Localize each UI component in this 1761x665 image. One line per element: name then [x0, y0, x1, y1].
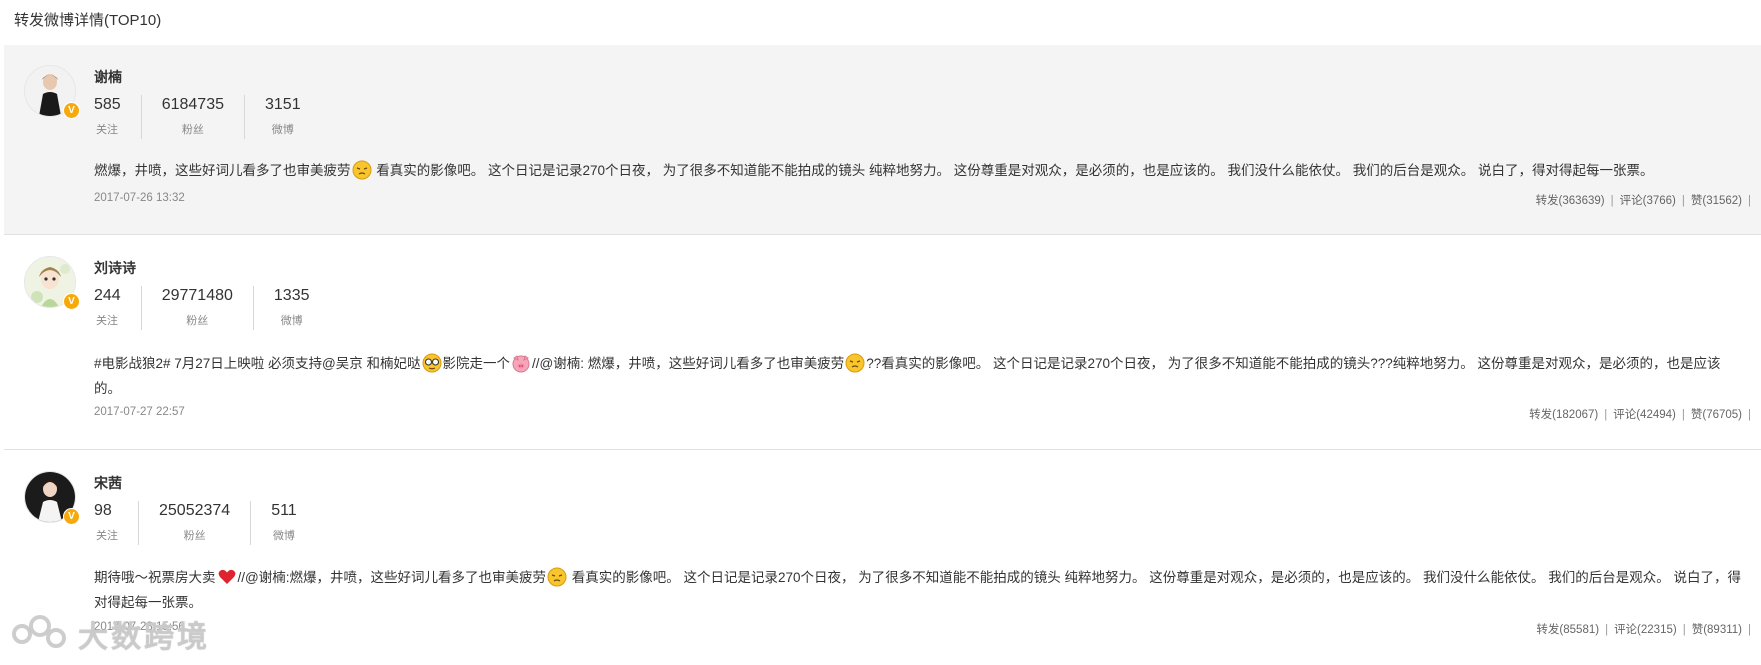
like-count[interactable]: 赞(76705)	[1691, 409, 1742, 421]
user-stats: 98 关注 25052374 粉丝 511 微博	[94, 501, 317, 545]
comment-count[interactable]: 评论(42494)	[1613, 409, 1676, 421]
post-time: 2017-07-26 13:32	[94, 192, 185, 204]
user-stats: 585 关注 6184735 粉丝 3151 微博	[94, 95, 321, 139]
user-name[interactable]: 谢楠	[94, 67, 122, 87]
post-content: #电影战狼2# 7月27日上映啦 必须支持@吴京 和楠妃哒 影院走一个//@谢楠:…	[94, 351, 1747, 401]
repost-count[interactable]: 转发(182067)	[1529, 409, 1598, 421]
heart-icon	[218, 569, 235, 584]
repost-item: V 刘诗诗 244 关注 29771480 粉丝 1335 微博 #电影战狼2#…	[4, 236, 1761, 450]
like-count[interactable]: 赞(31562)	[1691, 195, 1742, 207]
watermark: 大数跨境	[12, 612, 210, 656]
comment-count[interactable]: 评论(22315)	[1614, 624, 1677, 636]
post-content: 期待哦～祝票房大卖//@谢楠:燃爆，井喷，这些好词儿看多了也审美疲劳 看真实的影…	[94, 565, 1747, 615]
avatar[interactable]: V	[24, 256, 80, 310]
repost-item: V 宋茜 98 关注 25052374 粉丝 511 微博 期待哦～祝票房大卖 /…	[4, 451, 1761, 665]
nerd-glasses-emoji-icon	[422, 353, 442, 373]
fans-stat[interactable]: 6184735 粉丝	[140, 95, 244, 139]
weibo-stat[interactable]: 1335 微博	[252, 286, 330, 330]
like-count[interactable]: 赞(89311)	[1692, 624, 1742, 636]
tired-face-emoji-icon	[845, 353, 865, 373]
post-actions: 转发(85581) | 评论(22315) | 赞(89311) |	[1536, 624, 1751, 636]
post-time: 2017-07-27 22:57	[94, 406, 185, 418]
user-name[interactable]: 宋茜	[94, 473, 122, 493]
post-actions: 转发(182067) | 评论(42494) | 赞(76705) |	[1529, 409, 1751, 421]
repost-count[interactable]: 转发(85581)	[1536, 624, 1599, 636]
section-title: 转发微博详情(TOP10)	[14, 12, 162, 29]
user-stats: 244 关注 29771480 粉丝 1335 微博	[94, 286, 329, 330]
pig-emoji-icon	[512, 355, 530, 373]
post-content: 燃爆，井喷，这些好词儿看多了也审美疲劳 看真实的影像吧。 这个日记是记录270个…	[94, 158, 1747, 183]
avatar[interactable]: V	[24, 471, 80, 525]
tired-face-emoji-icon	[352, 160, 371, 180]
fans-stat[interactable]: 29771480 粉丝	[140, 286, 253, 330]
follow-stat[interactable]: 585 关注	[94, 95, 141, 139]
user-name[interactable]: 刘诗诗	[94, 258, 136, 278]
avatar[interactable]: V	[24, 65, 80, 119]
verified-badge-icon: V	[63, 102, 80, 119]
weibo-stat[interactable]: 3151 微博	[244, 95, 321, 139]
verified-badge-icon: V	[63, 293, 80, 310]
fans-stat[interactable]: 25052374 粉丝	[138, 501, 250, 545]
comment-count[interactable]: 评论(3766)	[1620, 195, 1676, 207]
weibo-stat[interactable]: 511 微博	[250, 501, 317, 545]
repost-item: V 谢楠 585 关注 6184735 粉丝 3151 微博 燃爆，井喷，这些好…	[4, 45, 1761, 235]
verified-badge-icon: V	[63, 508, 80, 525]
follow-stat[interactable]: 244 关注	[94, 286, 141, 330]
tired-face-emoji-icon	[547, 567, 567, 587]
post-actions: 转发(363639) | 评论(3766) | 赞(31562) |	[1535, 195, 1751, 207]
follow-stat[interactable]: 98 关注	[94, 501, 138, 545]
repost-count[interactable]: 转发(363639)	[1536, 195, 1605, 207]
watermark-logo-icon	[12, 615, 66, 648]
